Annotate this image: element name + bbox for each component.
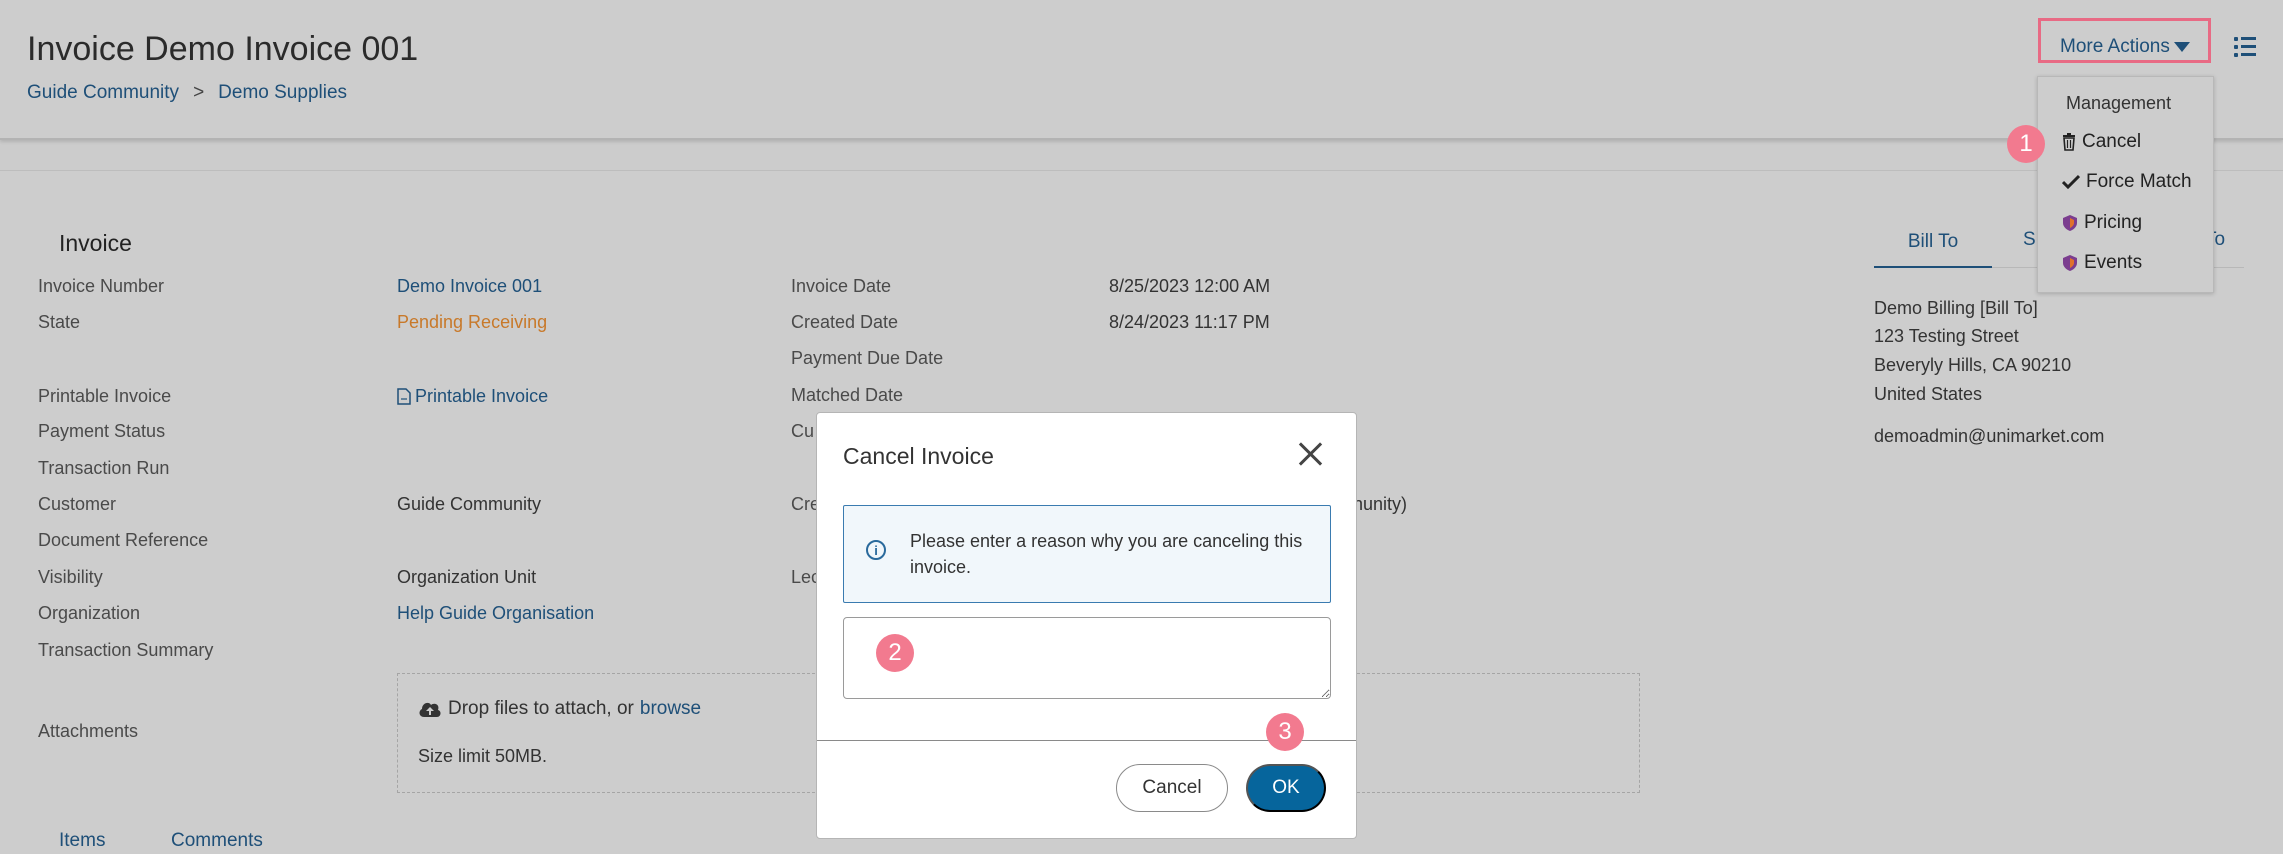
list-view-icon[interactable]: [2234, 37, 2256, 57]
ok-button[interactable]: OK: [1246, 764, 1326, 812]
menu-item-events[interactable]: Events: [2062, 252, 2142, 274]
info-text: Please enter a reason why you are cancel…: [910, 531, 1303, 577]
invoice-date-value: 8/25/2023 12:00 AM: [1109, 276, 1271, 296]
browse-link[interactable]: browse: [640, 698, 701, 720]
close-icon[interactable]: [1295, 439, 1325, 469]
state-value: Pending Receiving: [397, 312, 548, 332]
dialog-title: Cancel Invoice: [843, 443, 994, 469]
breadcrumb-guide-community[interactable]: Guide Community: [27, 82, 179, 104]
label-printable-invoice: Printable Invoice: [38, 386, 172, 406]
size-limit-text: Size limit 50MB.: [418, 746, 548, 766]
cancel-invoice-dialog: Cancel Invoice i Please enter a reason w…: [816, 412, 1357, 839]
caret-down-icon: [2173, 42, 2190, 52]
breadcrumb: Guide Community > Demo Supplies: [27, 82, 347, 104]
menu-item-cancel-label: Cancel: [2082, 131, 2142, 152]
organization-link[interactable]: Help Guide Organisation: [397, 603, 594, 624]
step-marker-2: 2: [876, 634, 914, 672]
dropzone-text: Drop files to attach, or browse: [418, 698, 701, 720]
cre-value-partial: nunity): [1353, 494, 1408, 514]
tab-ship-to-partial[interactable]: S: [2023, 229, 2036, 251]
label-cu-partial: Cu: [791, 421, 815, 441]
tab-bill-to[interactable]: Bill To: [1874, 218, 1992, 268]
created-date-value: 8/24/2023 11:17 PM: [1109, 312, 1270, 332]
label-matched-date: Matched Date: [791, 385, 904, 405]
label-customer: Customer: [38, 494, 117, 514]
page-header: Invoice Demo Invoice 001 Guide Community…: [0, 0, 2283, 140]
menu-item-force-match-label: Force Match: [2086, 171, 2192, 192]
address-line-4: United States: [1874, 384, 1983, 404]
address-email: demoadmin@unimarket.com: [1874, 426, 2105, 446]
label-payment-due-date: Payment Due Date: [791, 348, 944, 368]
label-transaction-summary: Transaction Summary: [38, 640, 214, 660]
info-icon: i: [866, 540, 886, 560]
cancel-button[interactable]: Cancel: [1116, 764, 1228, 812]
label-attachments: Attachments: [38, 721, 139, 741]
trash-icon: [2063, 133, 2075, 151]
invoice-number-link[interactable]: Demo Invoice 001: [397, 276, 542, 297]
customer-value: Guide Community: [397, 494, 542, 514]
label-visibility: Visibility: [38, 567, 103, 587]
invoice-section-title: Invoice: [59, 230, 132, 256]
check-icon: [2062, 174, 2080, 190]
more-actions-label: More Actions: [2060, 36, 2170, 57]
more-actions-button[interactable]: More Actions: [2060, 36, 2190, 58]
tab-items[interactable]: Items: [59, 830, 105, 852]
more-actions-menu: Management Cancel Force Match Pricing Ev…: [2037, 76, 2214, 293]
page-title: Invoice Demo Invoice 001: [27, 30, 419, 68]
label-state: State: [38, 312, 81, 332]
cancel-reason-input[interactable]: [843, 617, 1331, 699]
cloud-upload-icon: [419, 702, 441, 717]
menu-header-management: Management: [2066, 93, 2172, 113]
label-organization: Organization: [38, 603, 141, 623]
menu-item-pricing[interactable]: Pricing: [2062, 212, 2142, 234]
info-alert: i Please enter a reason why you are canc…: [843, 505, 1331, 603]
breadcrumb-separator: >: [193, 82, 205, 103]
label-created-date: Created Date: [791, 312, 899, 332]
visibility-value: Organization Unit: [397, 567, 537, 587]
breadcrumb-demo-supplies[interactable]: Demo Supplies: [218, 82, 347, 104]
label-invoice-number: Invoice Number: [38, 276, 165, 296]
tab-comments[interactable]: Comments: [171, 830, 263, 852]
address-line-2: 123 Testing Street: [1874, 326, 2019, 346]
step-marker-3: 3: [1266, 713, 1304, 751]
menu-item-cancel[interactable]: Cancel: [2062, 131, 2141, 153]
printable-invoice-link[interactable]: Printable Invoice: [397, 386, 548, 407]
drop-files-label: Drop files to attach, or: [448, 698, 634, 719]
label-document-reference: Document Reference: [38, 530, 209, 550]
label-transaction-run: Transaction Run: [38, 458, 170, 478]
menu-item-force-match[interactable]: Force Match: [2062, 171, 2192, 193]
step-marker-1: 1: [2007, 125, 2045, 163]
address-line-3: Beveryly Hills, CA 90210: [1874, 355, 2072, 375]
menu-item-events-label: Events: [2084, 252, 2143, 273]
shield-icon: [2063, 255, 2077, 271]
menu-item-pricing-label: Pricing: [2084, 212, 2143, 233]
shield-icon: [2063, 215, 2077, 231]
pdf-file-icon: [397, 388, 411, 405]
address-line-1: Demo Billing [Bill To]: [1874, 298, 2038, 318]
label-invoice-date: Invoice Date: [791, 276, 892, 296]
printable-invoice-label: Printable Invoice: [415, 386, 549, 406]
label-payment-status: Payment Status: [38, 421, 166, 441]
